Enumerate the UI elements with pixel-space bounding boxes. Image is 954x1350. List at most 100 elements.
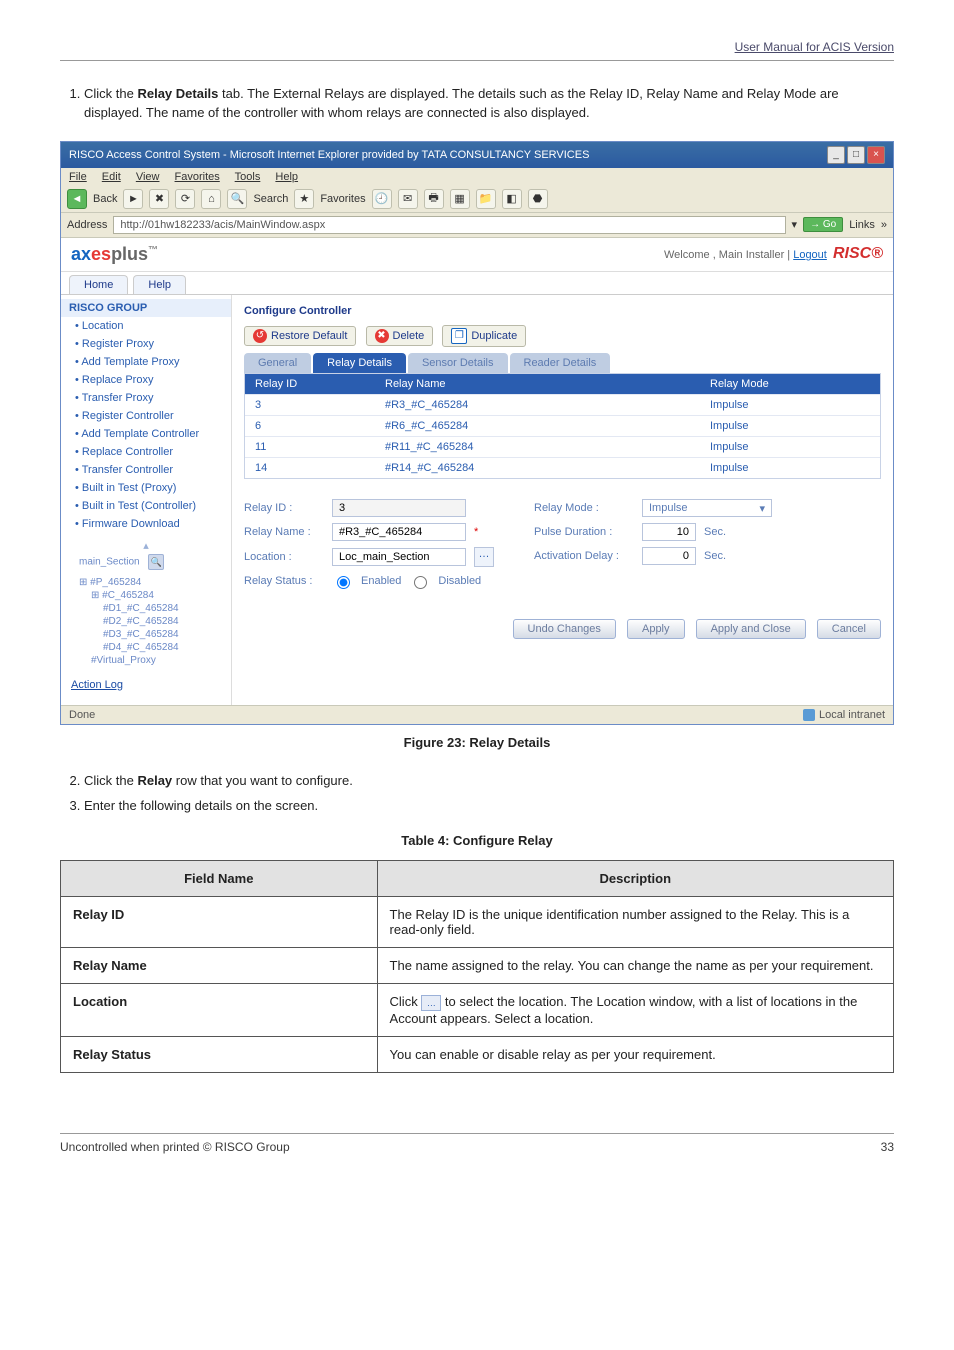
- grid-row[interactable]: 3#R3_#C_465284Impulse: [245, 394, 880, 415]
- subtab-general[interactable]: General: [244, 353, 311, 373]
- apply-button[interactable]: Apply: [627, 619, 685, 639]
- tree-leaf-2[interactable]: #D2_#C_465284: [79, 615, 231, 628]
- loc-desc-post: to select the location. The Location win…: [390, 994, 858, 1026]
- required-star-icon: *: [474, 526, 478, 538]
- apply-close-button[interactable]: Apply and Close: [696, 619, 806, 639]
- tab-home[interactable]: Home: [69, 275, 128, 294]
- relay-mode-label: Relay Mode :: [534, 502, 634, 514]
- go-button[interactable]: → Go: [803, 217, 843, 232]
- logout-link[interactable]: Logout: [793, 249, 827, 261]
- risco-brand: RISC®: [833, 245, 883, 262]
- status-enabled-radio[interactable]: [337, 576, 350, 589]
- forward-button[interactable]: ►: [123, 189, 143, 209]
- menu-file[interactable]: File: [69, 171, 87, 183]
- location-field[interactable]: [332, 548, 466, 566]
- sidebar-item-bit-ctrl[interactable]: Built in Test (Controller): [61, 497, 231, 515]
- sidebar-item-add-tpl-proxy[interactable]: Add Template Proxy: [61, 353, 231, 371]
- subtab-reader-details[interactable]: Reader Details: [510, 353, 611, 373]
- sidebar-item-fw-download[interactable]: Firmware Download: [61, 515, 231, 533]
- menu-tools[interactable]: Tools: [235, 171, 261, 183]
- action-log-link[interactable]: Action Log: [61, 673, 231, 697]
- grid-row[interactable]: 11#R11_#C_465284Impulse: [245, 436, 880, 457]
- cell-field: Location: [61, 984, 378, 1037]
- sidebar-item-location[interactable]: Location: [61, 317, 231, 335]
- footer-page-number: 33: [881, 1140, 894, 1154]
- sidebar-item-replace-ctrl[interactable]: Replace Controller: [61, 443, 231, 461]
- address-input[interactable]: http://01hw182233/acis/MainWindow.aspx: [113, 216, 785, 234]
- search-icon[interactable]: 🔍: [227, 189, 247, 209]
- status-disabled-radio[interactable]: [414, 576, 427, 589]
- menu-edit[interactable]: Edit: [102, 171, 121, 183]
- relay-name-field[interactable]: [332, 523, 466, 541]
- step-1-bold: Relay Details: [137, 86, 218, 101]
- delete-icon: ✖: [375, 329, 389, 343]
- cell-desc: The Relay ID is the unique identificatio…: [377, 897, 893, 948]
- relay-name-label: Relay Name :: [244, 526, 324, 538]
- tree-leaf-4[interactable]: #D4_#C_465284: [79, 641, 231, 654]
- sidebar-section-text: main_Section: [79, 556, 140, 567]
- print-icon[interactable]: 🖶: [424, 189, 444, 209]
- col-relay-name: Relay Name: [375, 374, 700, 394]
- search-icon[interactable]: 🔍: [148, 554, 164, 570]
- status-enabled-label: Enabled: [361, 575, 401, 587]
- sidebar-item-transfer-ctrl[interactable]: Transfer Controller: [61, 461, 231, 479]
- sidebar-item-transfer-proxy[interactable]: Transfer Proxy: [61, 389, 231, 407]
- cancel-button[interactable]: Cancel: [817, 619, 881, 639]
- toolbar: ↺Restore Default ✖Delete ❐Duplicate: [244, 325, 881, 347]
- mail-icon[interactable]: ✉: [398, 189, 418, 209]
- links-label[interactable]: Links: [849, 219, 875, 231]
- sidebar-item-replace-proxy[interactable]: Replace Proxy: [61, 371, 231, 389]
- subtab-sensor-details[interactable]: Sensor Details: [408, 353, 508, 373]
- edit-icon[interactable]: ▦: [450, 189, 470, 209]
- refresh-button[interactable]: ⟳: [175, 189, 195, 209]
- cell-name: #R6_#C_465284: [375, 416, 700, 436]
- tree-root[interactable]: ⊞ #P_465284: [79, 576, 231, 589]
- minimize-button[interactable]: _: [827, 146, 845, 164]
- duplicate-button[interactable]: ❐Duplicate: [442, 325, 526, 347]
- maximize-button[interactable]: □: [847, 146, 865, 164]
- subtab-relay-details[interactable]: Relay Details: [313, 353, 406, 373]
- close-button[interactable]: ×: [867, 146, 885, 164]
- stop-button[interactable]: ✖: [149, 189, 169, 209]
- tree-leaf-3[interactable]: #D3_#C_465284: [79, 628, 231, 641]
- ie-menubar: File Edit View Favorites Tools Help: [61, 168, 893, 186]
- tree-leaf-1[interactable]: #D1_#C_465284: [79, 602, 231, 615]
- logo-part-es: es: [91, 244, 111, 264]
- activation-field[interactable]: [642, 547, 696, 565]
- tree-virtual[interactable]: #Virtual_Proxy: [79, 654, 231, 667]
- step-3: Enter the following details on the scree…: [84, 797, 894, 816]
- tab-help[interactable]: Help: [133, 275, 186, 294]
- relay-status-row: Relay Status : Enabled Disabled: [244, 573, 494, 589]
- sidebar-item-reg-ctrl[interactable]: Register Controller: [61, 407, 231, 425]
- favorites-icon[interactable]: ★: [294, 189, 314, 209]
- location-browse-button[interactable]: …: [474, 547, 494, 567]
- delete-button[interactable]: ✖Delete: [366, 326, 434, 346]
- ext-icon-2[interactable]: ⬣: [528, 189, 548, 209]
- folder-icon[interactable]: 📁: [476, 189, 496, 209]
- axesplus-logo: axesplus™: [71, 244, 158, 265]
- chevron-down-icon[interactable]: ▾: [792, 218, 798, 231]
- table-row: Relay Status You can enable or disable r…: [61, 1036, 894, 1072]
- page-header: User Manual for ACIS Version: [60, 40, 894, 61]
- relay-mode-select[interactable]: Impulse: [642, 499, 772, 517]
- main-pane: Configure Controller ↺Restore Default ✖D…: [232, 295, 893, 705]
- grid-row[interactable]: 14#R14_#C_465284Impulse: [245, 457, 880, 478]
- back-button[interactable]: ◄: [67, 189, 87, 209]
- ext-icon-1[interactable]: ◧: [502, 189, 522, 209]
- history-icon[interactable]: 🕘: [372, 189, 392, 209]
- sidebar-item-reg-proxy[interactable]: Register Proxy: [61, 335, 231, 353]
- grid-row[interactable]: 6#R6_#C_465284Impulse: [245, 415, 880, 436]
- undo-changes-button[interactable]: Undo Changes: [513, 619, 616, 639]
- pulse-field[interactable]: [642, 523, 696, 541]
- relay-status-label: Relay Status :: [244, 575, 324, 587]
- restore-default-button[interactable]: ↺Restore Default: [244, 326, 356, 346]
- sidebar-item-bit-proxy[interactable]: Built in Test (Proxy): [61, 479, 231, 497]
- menu-favorites[interactable]: Favorites: [175, 171, 220, 183]
- home-button[interactable]: ⌂: [201, 189, 221, 209]
- menu-view[interactable]: View: [136, 171, 160, 183]
- menu-help[interactable]: Help: [275, 171, 298, 183]
- sidebar-item-add-tpl-ctrl[interactable]: Add Template Controller: [61, 425, 231, 443]
- address-label: Address: [67, 219, 107, 231]
- tree-c[interactable]: ⊞ #C_465284: [79, 589, 231, 602]
- sidebar-up-arrow-icon[interactable]: ▴: [61, 539, 231, 552]
